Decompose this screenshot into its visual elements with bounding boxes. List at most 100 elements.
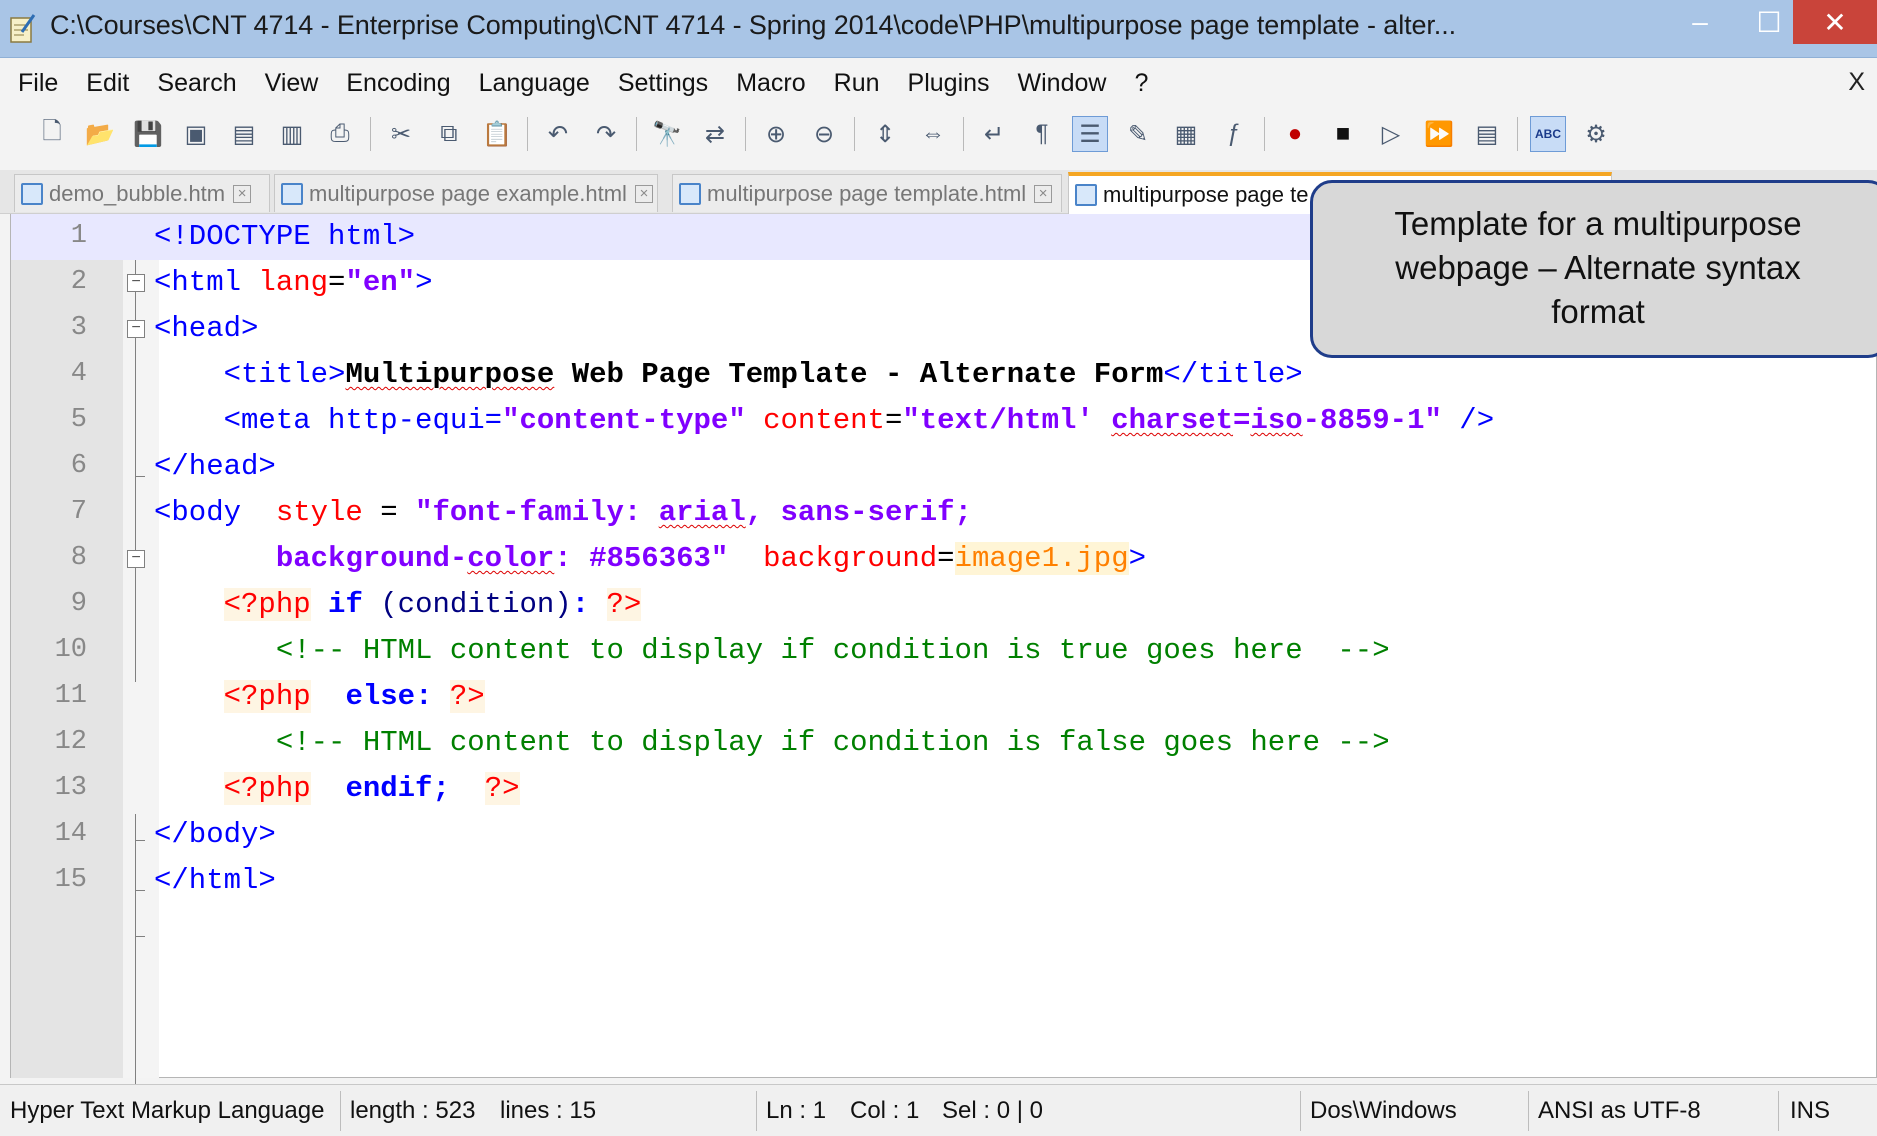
menu-language[interactable]: Language	[461, 69, 590, 98]
line-number: 10	[54, 635, 87, 665]
menu-view[interactable]: View	[247, 69, 319, 98]
menu-edit[interactable]: Edit	[68, 69, 129, 98]
status-sel: Sel : 0 | 0	[942, 1097, 1043, 1124]
code-token: </head>	[154, 450, 276, 483]
print-icon[interactable]: ⎙	[322, 116, 358, 152]
menu-help[interactable]: ?	[1116, 69, 1148, 98]
minimize-button[interactable]: –	[1680, 0, 1720, 44]
stop-macro-icon[interactable]: ■	[1325, 116, 1361, 152]
sync-horizontal-icon[interactable]: ⇔	[915, 116, 951, 152]
line-number: 6	[70, 451, 87, 481]
save-macro-icon[interactable]: ▤	[1469, 116, 1505, 152]
line-number: 8	[70, 543, 87, 573]
undo-icon[interactable]: ↶	[540, 116, 576, 152]
run-macro-multiple-icon[interactable]: ⏩	[1421, 116, 1457, 152]
code-line[interactable]: 7 <body style = "font-family: arial, san…	[11, 490, 1877, 536]
word-wrap-icon[interactable]: ↵	[976, 116, 1012, 152]
fold-toggle-icon[interactable]: −	[127, 320, 145, 338]
close-window-button[interactable]: ✕	[1793, 0, 1877, 44]
code-token: </title>	[1163, 358, 1303, 391]
menu-settings[interactable]: Settings	[600, 69, 708, 98]
show-all-chars-icon[interactable]: ¶	[1024, 116, 1060, 152]
menu-macro[interactable]: Macro	[718, 69, 805, 98]
code-text: <head>	[154, 312, 258, 345]
spell-settings-icon[interactable]: ⚙	[1578, 116, 1614, 152]
close-all-icon[interactable]: ▥	[274, 116, 310, 152]
code-line[interactable]: 11 <?php else: ?>	[11, 674, 1877, 720]
tab-close-icon[interactable]: ×	[1034, 184, 1053, 203]
spell-check-icon[interactable]: ABC	[1530, 116, 1566, 152]
code-text: <?php if (condition): ?>	[154, 588, 642, 621]
sync-vertical-icon[interactable]: ⇕	[867, 116, 903, 152]
menu-plugins[interactable]: Plugins	[890, 69, 990, 98]
record-macro-icon[interactable]: ●	[1277, 116, 1313, 152]
callout-line: webpage – Alternate syntax	[1395, 249, 1801, 286]
line-number: 14	[54, 819, 87, 849]
find-icon[interactable]: 🔭	[649, 116, 685, 152]
user-language-icon[interactable]: ✎	[1120, 116, 1156, 152]
toolbar-separator	[370, 117, 371, 151]
status-separator	[1300, 1091, 1301, 1131]
new-file-icon[interactable]: 🗋	[34, 116, 70, 152]
code-line[interactable]: 6 </head>	[11, 444, 1877, 490]
fold-toggle-icon[interactable]: −	[127, 550, 145, 568]
replace-icon[interactable]: ⇄	[697, 116, 733, 152]
open-file-icon[interactable]: 📂	[82, 116, 118, 152]
status-separator	[1528, 1091, 1529, 1131]
code-line[interactable]: 5 <meta http-equi="content-type" content…	[11, 398, 1877, 444]
code-line[interactable]: 12 <!-- HTML content to display if condi…	[11, 720, 1877, 766]
line-number: 4	[70, 359, 87, 389]
tab-close-icon[interactable]: ×	[634, 184, 653, 203]
save-all-icon[interactable]: ▣	[178, 116, 214, 152]
code-line[interactable]: 4 <title>Multipurpose Web Page Template …	[11, 352, 1877, 398]
line-number: 1	[70, 221, 87, 251]
tab-multipurpose-example[interactable]: multipurpose page example.html ×	[274, 174, 658, 212]
code-text: background-color: #856363" background=im…	[154, 542, 1146, 575]
menu-encoding[interactable]: Encoding	[328, 69, 450, 98]
code-token: Web Page Template - Alternate Form	[554, 358, 1164, 391]
line-number: 13	[54, 773, 87, 803]
code-line[interactable]: 10 <!-- HTML content to display if condi…	[11, 628, 1877, 674]
code-line[interactable]: 15 </html>	[11, 858, 1877, 904]
toolbar: 🗋 📂 💾 ▣ ▤ ▥ ⎙ ✂ ⧉ 📋 ↶ ↷ 🔭 ⇄ ⊕ ⊖ ⇕ ⇔ ↵ ¶ …	[0, 108, 1877, 160]
menu-window[interactable]: Window	[1000, 69, 1107, 98]
code-token: content	[745, 404, 885, 437]
tab-multipurpose-template[interactable]: multipurpose page template.html ×	[672, 174, 1062, 212]
code-text: <meta http-equi="content-type" content="…	[154, 404, 1494, 437]
close-document-button[interactable]: X	[1848, 68, 1865, 97]
menu-search[interactable]: Search	[139, 69, 236, 98]
line-number: 15	[54, 865, 87, 895]
tab-demo-bubble[interactable]: demo_bubble.htm ×	[14, 174, 270, 212]
save-icon[interactable]: 💾	[130, 116, 166, 152]
code-token: , sans-serif;	[745, 496, 972, 529]
toolbar-separator	[527, 117, 528, 151]
fold-toggle-icon[interactable]: −	[127, 274, 145, 292]
function-list-icon[interactable]: ƒ	[1216, 116, 1252, 152]
code-token: =	[362, 496, 416, 529]
code-line[interactable]: 9 <?php if (condition): ?>	[11, 582, 1877, 628]
cut-icon[interactable]: ✂	[383, 116, 419, 152]
paste-icon[interactable]: 📋	[479, 116, 515, 152]
line-number: 2	[70, 267, 87, 297]
doc-map-icon[interactable]: ▦	[1168, 116, 1204, 152]
title-bar: C:\Courses\CNT 4714 - Enterprise Computi…	[0, 0, 1877, 58]
code-line[interactable]: 8 − background-color: #856363" backgroun…	[11, 536, 1877, 582]
zoom-in-icon[interactable]: ⊕	[758, 116, 794, 152]
copy-icon[interactable]: ⧉	[431, 116, 467, 152]
code-token: -8859-1"	[1302, 404, 1442, 437]
close-icon[interactable]: ▤	[226, 116, 262, 152]
menu-run[interactable]: Run	[816, 69, 880, 98]
code-text: </html>	[154, 864, 276, 897]
zoom-out-icon[interactable]: ⊖	[806, 116, 842, 152]
play-macro-icon[interactable]: ▷	[1373, 116, 1409, 152]
code-line[interactable]: 13 <?php endif; ?>	[11, 766, 1877, 812]
code-token: <?php	[223, 680, 311, 713]
menu-file[interactable]: File	[0, 69, 58, 98]
redo-icon[interactable]: ↷	[588, 116, 624, 152]
maximize-button[interactable]: ☐	[1745, 0, 1793, 44]
tab-close-icon[interactable]: ×	[233, 184, 252, 203]
indent-guide-icon[interactable]: ☰	[1072, 116, 1108, 152]
code-line[interactable]: 14 </body>	[11, 812, 1877, 858]
